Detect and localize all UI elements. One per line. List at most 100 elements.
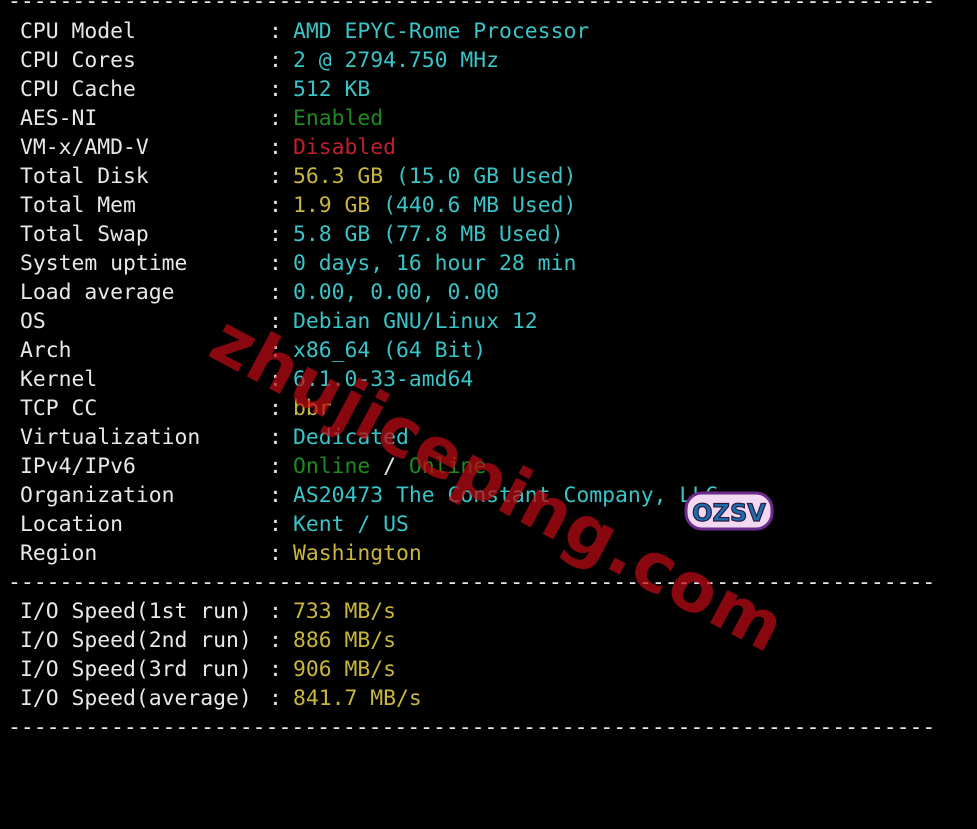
row-kernel: Kernel : 6.1.0-33-amd64 bbox=[20, 365, 473, 394]
row-load-average: Load average : 0.00, 0.00, 0.00 bbox=[20, 278, 499, 307]
row-value: Washington bbox=[293, 541, 422, 566]
row-value: AMD EPYC-Rome Processor bbox=[293, 19, 590, 44]
row-value: Dedicated bbox=[293, 425, 409, 450]
row-label: IPv4/IPv6 bbox=[20, 454, 136, 479]
row-io-speed-3: I/O Speed(3rd run) : 906 MB/s bbox=[20, 655, 396, 684]
row-colon: : bbox=[269, 338, 282, 363]
row-value: Disabled bbox=[293, 135, 397, 160]
row-label: Organization bbox=[20, 483, 175, 508]
row-value: 512 KB bbox=[293, 77, 371, 102]
row-value: AS20473 The Constant Company, LLC bbox=[293, 483, 718, 508]
row-colon: : bbox=[269, 135, 282, 160]
row-value: 906 MB/s bbox=[293, 657, 397, 682]
row-label: Total Mem bbox=[20, 193, 136, 218]
row-aes-ni: AES-NI : Enabled bbox=[20, 104, 383, 133]
row-value: 0 days, 16 hour 28 min bbox=[293, 251, 577, 276]
separator-bottom: ----------------------------------------… bbox=[8, 715, 936, 740]
terminal-window: ----------------------------------------… bbox=[0, 0, 977, 740]
row-value: 733 MB/s bbox=[293, 599, 397, 624]
ozsv-logo-icon: OZSV bbox=[684, 491, 774, 531]
row-io-speed-average: I/O Speed(average) : 841.7 MB/s bbox=[20, 684, 422, 713]
row-label: Kernel bbox=[20, 367, 98, 392]
row-label: Arch bbox=[20, 338, 72, 363]
row-value: 2 @ 2794.750 MHz bbox=[293, 48, 500, 73]
row-label: I/O Speed(average) bbox=[20, 686, 252, 711]
row-colon: : bbox=[269, 193, 282, 218]
row-value: Debian GNU/Linux 12 bbox=[293, 309, 538, 334]
row-label: VM-x/AMD-V bbox=[20, 135, 149, 160]
row-value: Kent / US bbox=[293, 512, 409, 537]
row-colon: : bbox=[269, 77, 282, 102]
row-organization: Organization : AS20473 The Constant Comp… bbox=[20, 481, 718, 510]
separator-middle: ----------------------------------------… bbox=[8, 570, 936, 595]
row-label: CPU Model bbox=[20, 19, 136, 44]
row-value: 5.8 GB (77.8 MB Used) bbox=[293, 222, 564, 247]
row-arch: Arch : x86_64 (64 Bit) bbox=[20, 336, 486, 365]
row-colon: : bbox=[269, 454, 282, 479]
row-total-swap: Total Swap : 5.8 GB (77.8 MB Used) bbox=[20, 220, 563, 249]
row-value: 1.9 GB (440.6 MB Used) bbox=[293, 193, 577, 218]
row-colon: : bbox=[269, 280, 282, 305]
row-colon: : bbox=[269, 483, 282, 508]
row-value: 841.7 MB/s bbox=[293, 686, 422, 711]
row-vm-x: VM-x/AMD-V : Disabled bbox=[20, 133, 396, 162]
row-os: OS : Debian GNU/Linux 12 bbox=[20, 307, 538, 336]
row-colon: : bbox=[269, 657, 282, 682]
row-colon: : bbox=[269, 48, 282, 73]
row-colon: : bbox=[269, 425, 282, 450]
row-colon: : bbox=[269, 106, 282, 131]
row-label: OS bbox=[20, 309, 46, 334]
row-colon: : bbox=[269, 628, 282, 653]
row-colon: : bbox=[269, 599, 282, 624]
row-value: Enabled bbox=[293, 106, 384, 131]
ipv4-status: Online bbox=[293, 454, 371, 479]
row-label: System uptime bbox=[20, 251, 188, 276]
separator-top: ----------------------------------------… bbox=[8, 0, 936, 14]
row-label: CPU Cache bbox=[20, 77, 136, 102]
row-colon: : bbox=[269, 541, 282, 566]
row-label: Total Swap bbox=[20, 222, 149, 247]
row-value: 0.00, 0.00, 0.00 bbox=[293, 280, 500, 305]
row-region: Region : Washington bbox=[20, 539, 422, 568]
row-label: I/O Speed(3rd run) bbox=[20, 657, 252, 682]
row-colon: : bbox=[269, 367, 282, 392]
ipv6-status: Online bbox=[408, 454, 487, 479]
row-value: 886 MB/s bbox=[293, 628, 397, 653]
row-label: I/O Speed(1st run) bbox=[20, 599, 252, 624]
row-ipv4-ipv6: IPv4/IPv6 : Online / Online bbox=[20, 452, 486, 481]
row-io-speed-1: I/O Speed(1st run) : 733 MB/s bbox=[20, 597, 396, 626]
row-label: CPU Cores bbox=[20, 48, 136, 73]
ipv-slash: / bbox=[370, 454, 409, 479]
row-colon: : bbox=[269, 686, 282, 711]
row-colon: : bbox=[269, 309, 282, 334]
row-label: Region bbox=[20, 541, 98, 566]
row-colon: : bbox=[269, 19, 282, 44]
row-value: Online / Online bbox=[293, 452, 486, 481]
row-label: Location bbox=[20, 512, 124, 537]
row-label: TCP CC bbox=[20, 396, 98, 421]
row-cpu-cores: CPU Cores : 2 @ 2794.750 MHz bbox=[20, 46, 499, 75]
row-location: Location : Kent / US bbox=[20, 510, 409, 539]
logo-text: OZSV bbox=[692, 499, 766, 527]
row-label: I/O Speed(2nd run) bbox=[20, 628, 252, 653]
row-value: 6.1.0-33-amd64 bbox=[293, 367, 474, 392]
row-cpu-cache: CPU Cache : 512 KB bbox=[20, 75, 370, 104]
row-colon: : bbox=[269, 164, 282, 189]
row-value: 56.3 GB (15.0 GB Used) bbox=[293, 164, 577, 189]
row-label: Virtualization bbox=[20, 425, 201, 450]
row-io-speed-2: I/O Speed(2nd run) : 886 MB/s bbox=[20, 626, 396, 655]
row-label: Load average bbox=[20, 280, 175, 305]
row-label: AES-NI bbox=[20, 106, 98, 131]
row-virtualization: Virtualization : Dedicated bbox=[20, 423, 409, 452]
row-label: Total Disk bbox=[20, 164, 149, 189]
row-colon: : bbox=[269, 396, 282, 421]
row-total-disk: Total Disk : 56.3 GB (15.0 GB Used) bbox=[20, 162, 576, 191]
row-colon: : bbox=[269, 512, 282, 537]
row-colon: : bbox=[269, 251, 282, 276]
row-total-mem: Total Mem : 1.9 GB (440.6 MB Used) bbox=[20, 191, 576, 220]
row-cpu-model: CPU Model : AMD EPYC-Rome Processor bbox=[20, 17, 589, 46]
row-system-uptime: System uptime : 0 days, 16 hour 28 min bbox=[20, 249, 576, 278]
row-value: bbr bbox=[293, 396, 332, 421]
row-value: x86_64 (64 Bit) bbox=[293, 338, 487, 363]
row-tcp-cc: TCP CC : bbr bbox=[20, 394, 332, 423]
